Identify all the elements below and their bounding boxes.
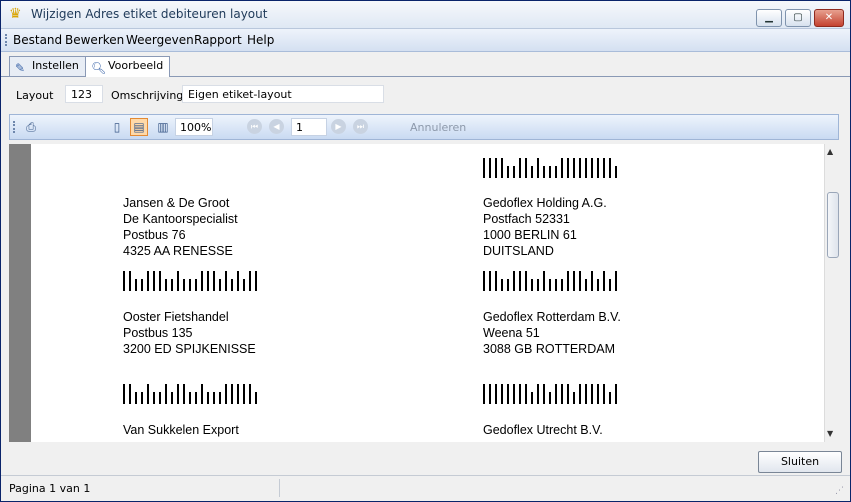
label-line: Van Sukkelen Export <box>123 423 239 437</box>
previous-page-icon[interactable]: ◀ <box>269 119 284 134</box>
address-label-4: Gedoflex Rotterdam B.V. Weena 51 3088 GB… <box>483 309 803 357</box>
label-line: Gedoflex Holding A.G. <box>483 196 607 210</box>
menu-bewerken[interactable]: Bewerken <box>65 33 124 47</box>
label-line: Gedoflex Utrecht B.V. <box>483 423 603 437</box>
close-button[interactable]: Sluiten <box>758 451 842 473</box>
label-line: Weena 51 <box>483 326 540 340</box>
vertical-scrollbar[interactable]: ▲ ▼ <box>824 144 839 442</box>
layout-fields: Layout 123 Omschrijving Eigen etiket-lay… <box>1 77 850 111</box>
tab-voorbeeld[interactable]: 🔍︎ Voorbeeld <box>85 56 171 77</box>
label-line: 3200 ED SPIJKENISSE <box>123 342 256 356</box>
label-line: Ooster Fietshandel <box>123 310 229 324</box>
preview-page: Jansen & De Groot De Kantoorspecialist P… <box>31 144 824 442</box>
label-line: De Kantoorspecialist <box>123 212 238 226</box>
button-bar: Sluiten <box>1 443 850 474</box>
barcode <box>483 271 617 291</box>
label-line: 3088 GB ROTTERDAM <box>483 342 615 356</box>
label-line: Gedoflex Rotterdam B.V. <box>483 310 621 324</box>
toolbar-grip-icon <box>5 34 9 46</box>
label-line: Postfach 52331 <box>483 212 570 226</box>
first-page-icon[interactable]: ⏮ <box>247 119 262 134</box>
description-label: Omschrijving <box>111 89 184 102</box>
label-line: Jansen & De Groot <box>123 196 230 210</box>
preview-toolbar: ⎙ ▯ ▤ ▥ 100% ⏮ ◀ 1 ▶ ⏭ Annuleren <box>9 114 839 140</box>
label-line: DUITSLAND <box>483 244 554 258</box>
menu-rapport[interactable]: Rapport <box>194 33 242 47</box>
print-preview-area: Jansen & De Groot De Kantoorspecialist P… <box>9 144 839 442</box>
page-status: Pagina 1 van 1 <box>9 482 91 495</box>
barcode <box>123 271 257 291</box>
crown-icon: ♛ <box>9 6 22 22</box>
tab-instellen-label: Instellen <box>32 59 79 72</box>
layout-label: Layout <box>16 89 54 102</box>
description-input[interactable]: Eigen etiket-layout <box>182 85 384 103</box>
settings-pencil-icon: ✎ <box>15 61 26 75</box>
toolbar-grip-icon <box>13 121 17 133</box>
address-label-6: Gedoflex Utrecht B.V. <box>483 422 803 438</box>
barcode <box>123 384 257 404</box>
tab-instellen[interactable]: ✎ Instellen <box>9 56 86 76</box>
page-number-input[interactable]: 1 <box>291 118 327 136</box>
status-bar: Pagina 1 van 1 ⋰ <box>1 475 850 501</box>
close-window-button[interactable]: ✕ <box>814 9 844 27</box>
address-label-2: Gedoflex Holding A.G. Postfach 52331 100… <box>483 195 803 259</box>
status-divider <box>279 479 280 497</box>
scroll-thumb[interactable] <box>827 192 839 258</box>
barcode <box>483 384 617 404</box>
address-label-1: Jansen & De Groot De Kantoorspecialist P… <box>123 195 443 259</box>
label-line: 1000 BERLIN 61 <box>483 228 577 242</box>
last-page-icon[interactable]: ⏭ <box>353 119 368 134</box>
title-bar: ♛ Wijzigen Adres etiket debiteuren layou… <box>1 1 850 29</box>
tab-voorbeeld-label: Voorbeeld <box>108 59 164 72</box>
menu-bar: Bestand Bewerken Weergeven Rapport Help <box>1 29 850 52</box>
menu-weergeven[interactable]: Weergeven <box>126 33 194 47</box>
maximize-button[interactable]: ▢ <box>785 9 811 27</box>
page-width-icon[interactable]: ▤ <box>130 118 148 136</box>
cancel-button[interactable]: Annuleren <box>410 121 466 134</box>
menu-help[interactable]: Help <box>247 33 274 47</box>
window-title: Wijzigen Adres etiket debiteuren layout <box>31 7 268 21</box>
address-label-3: Ooster Fietshandel Postbus 135 3200 ED S… <box>123 309 443 357</box>
single-page-icon[interactable]: ▯ <box>108 118 126 136</box>
address-label-5: Van Sukkelen Export <box>123 422 443 438</box>
label-line: Postbus 76 <box>123 228 186 242</box>
tab-strip: ✎ Instellen 🔍︎ Voorbeeld <box>1 52 850 77</box>
whole-page-icon[interactable]: ▥ <box>154 118 172 136</box>
label-line: 4325 AA RENESSE <box>123 244 233 258</box>
barcode <box>483 158 617 178</box>
layout-input[interactable]: 123 <box>65 85 103 103</box>
label-line: Postbus 135 <box>123 326 193 340</box>
preview-magnifier-icon: 🔍︎ <box>91 61 107 75</box>
zoom-input[interactable]: 100% <box>175 118 213 136</box>
app-window: ♛ Wijzigen Adres etiket debiteuren layou… <box>0 0 851 502</box>
minimize-button[interactable]: ▁ <box>756 9 782 27</box>
print-icon[interactable]: ⎙ <box>22 118 40 136</box>
resize-grip-icon[interactable]: ⋰ <box>835 486 844 496</box>
menu-bestand[interactable]: Bestand <box>13 33 62 47</box>
scroll-up-icon[interactable]: ▲ <box>827 147 833 156</box>
scroll-down-icon[interactable]: ▼ <box>827 429 833 438</box>
next-page-icon[interactable]: ▶ <box>331 119 346 134</box>
